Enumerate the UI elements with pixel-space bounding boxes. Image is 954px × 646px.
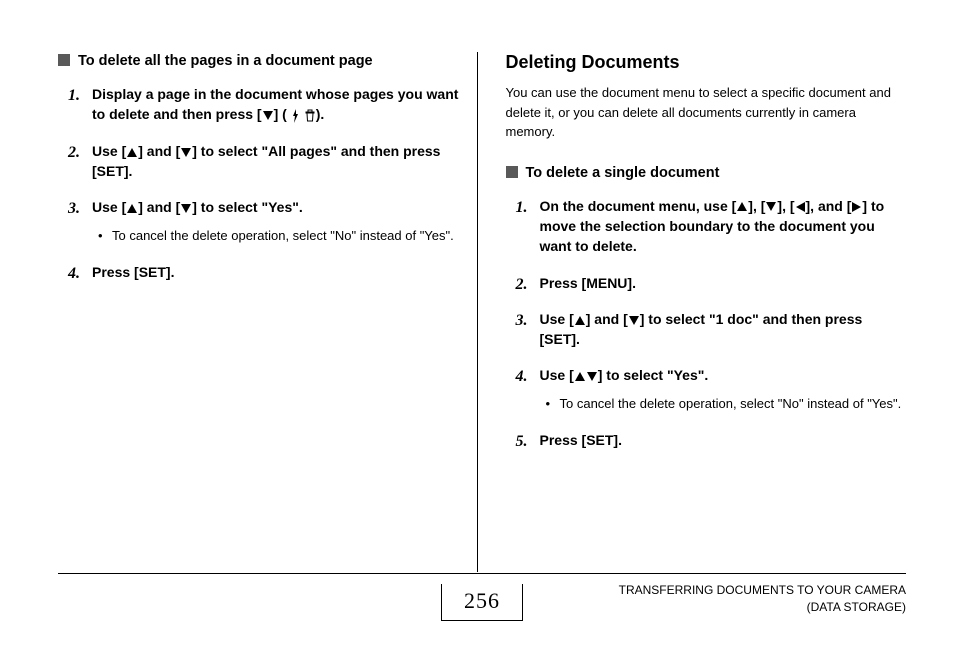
steps-list-right: On the document menu, use [], [], [], an…	[516, 196, 907, 451]
footer-rule	[58, 573, 906, 574]
step-item: On the document menu, use [], [], [], an…	[516, 196, 907, 257]
step-item: Use [] and [] to select "All pages" and …	[68, 141, 459, 182]
triangle-down-icon	[181, 148, 191, 157]
footer-row: 256 TRANSFERRING DOCUMENTS TO YOUR CAMER…	[58, 582, 906, 622]
footer-line2: (DATA STORAGE)	[619, 599, 906, 616]
step-item: Use [] to select "Yes". To cancel the de…	[516, 365, 907, 413]
sub-list: To cancel the delete operation, select "…	[546, 394, 907, 414]
section-title-right: To delete a single document	[526, 164, 720, 182]
triangle-down-icon	[587, 372, 597, 381]
section-header-right: To delete a single document	[506, 164, 907, 182]
triangle-down-icon	[629, 316, 639, 325]
steps-list-left: Display a page in the document whose pag…	[68, 84, 459, 282]
sub-list: To cancel the delete operation, select "…	[98, 226, 459, 246]
triangle-up-icon	[575, 316, 585, 325]
section-title-left: To delete all the pages in a document pa…	[78, 52, 373, 70]
step-item: Press [SET].	[68, 262, 459, 282]
triangle-down-icon	[766, 202, 776, 211]
step-item: Display a page in the document whose pag…	[68, 84, 459, 125]
triangle-down-icon	[263, 111, 273, 120]
sub-item: To cancel the delete operation, select "…	[98, 226, 459, 246]
triangle-left-icon	[796, 202, 805, 212]
square-bullet-icon	[58, 54, 70, 66]
triangle-down-icon	[181, 204, 191, 213]
triangle-up-icon	[575, 372, 585, 381]
intro-paragraph: You can use the document menu to select …	[506, 83, 907, 142]
right-column: Deleting Documents You can use the docum…	[478, 52, 907, 572]
heading-right: Deleting Documents	[506, 52, 907, 73]
square-bullet-icon	[506, 166, 518, 178]
step-item: Press [SET].	[516, 430, 907, 450]
step-item: Use [] and [] to select "1 doc" and then…	[516, 309, 907, 350]
sub-item: To cancel the delete operation, select "…	[546, 394, 907, 414]
left-column: To delete all the pages in a document pa…	[58, 52, 478, 572]
footer-line1: TRANSFERRING DOCUMENTS TO YOUR CAMERA	[619, 582, 906, 599]
section-header-left: To delete all the pages in a document pa…	[58, 52, 459, 70]
flash-trash-icon	[291, 109, 316, 123]
step-item: Use [] and [] to select "Yes". To cancel…	[68, 197, 459, 245]
page-footer: 256 TRANSFERRING DOCUMENTS TO YOUR CAMER…	[58, 573, 906, 622]
footer-right-text: TRANSFERRING DOCUMENTS TO YOUR CAMERA (D…	[619, 582, 906, 616]
triangle-up-icon	[127, 148, 137, 157]
triangle-right-icon	[852, 202, 861, 212]
triangle-up-icon	[737, 202, 747, 211]
content-columns: To delete all the pages in a document pa…	[58, 52, 906, 572]
step-item: Press [MENU].	[516, 273, 907, 293]
triangle-up-icon	[127, 204, 137, 213]
page-number: 256	[441, 584, 523, 621]
